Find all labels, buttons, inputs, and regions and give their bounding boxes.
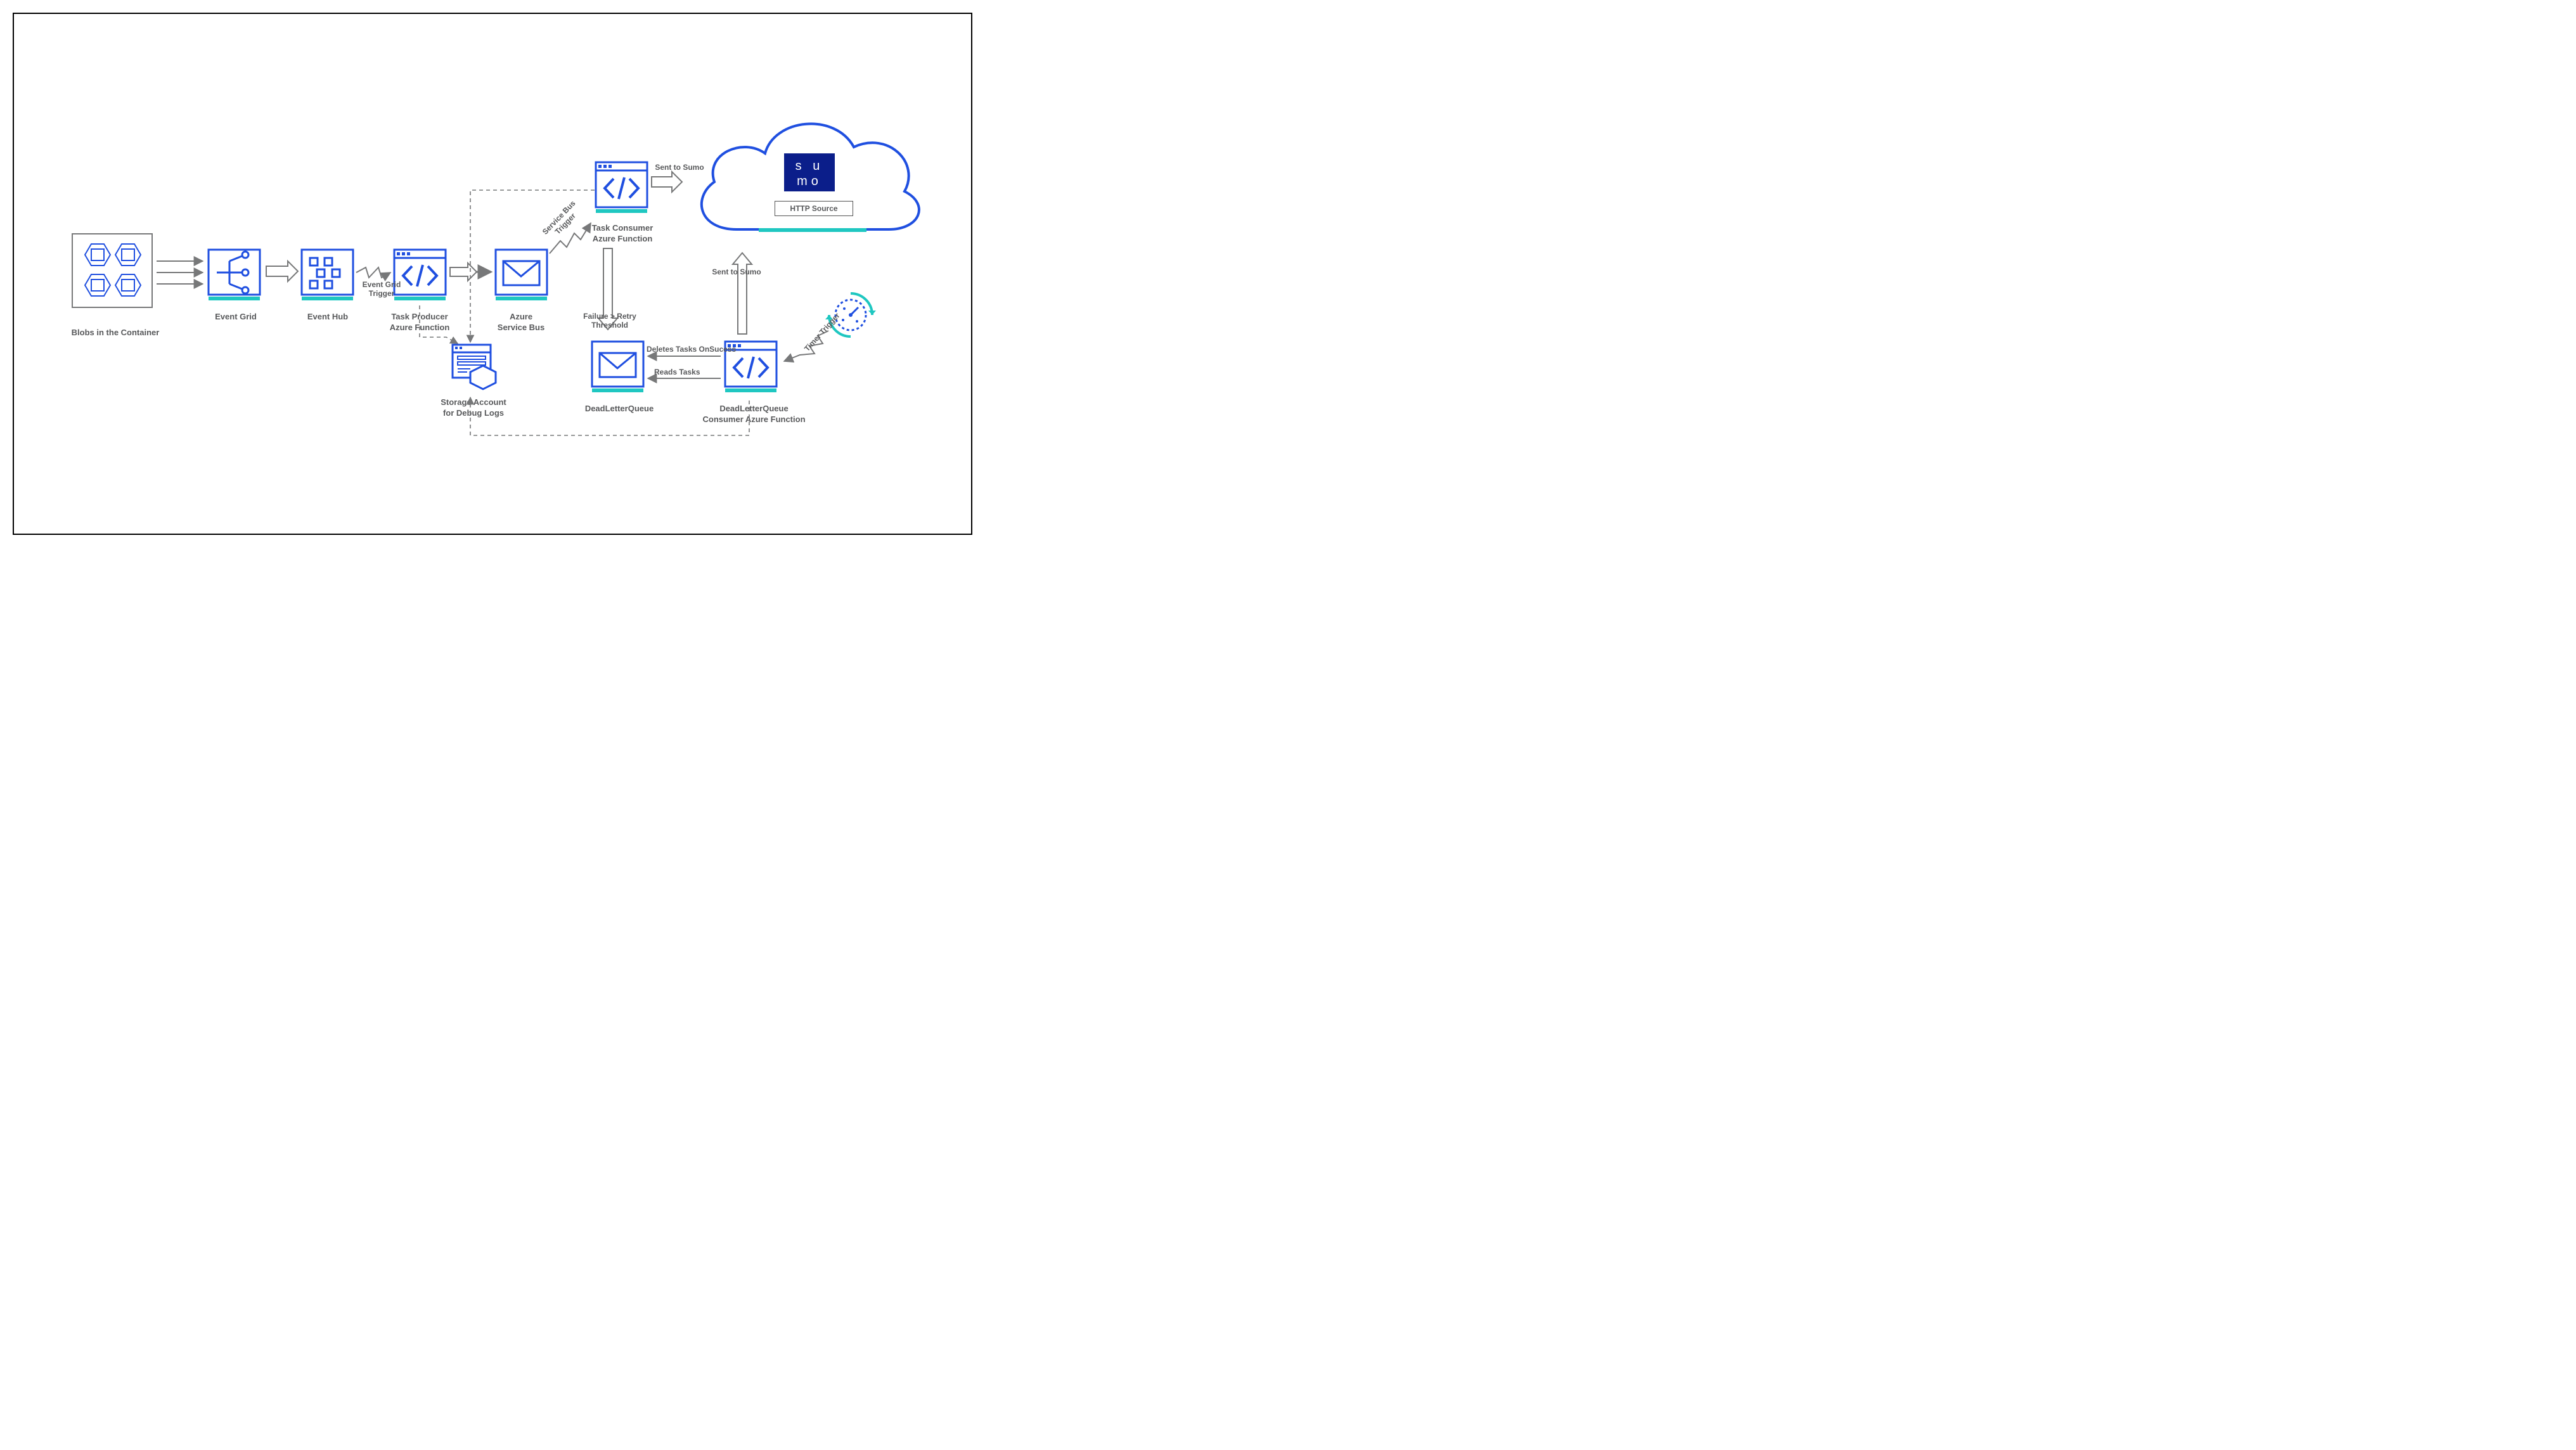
edge-deletes: Deletes Tasks OnSucess (647, 345, 754, 354)
node-event-grid (207, 248, 261, 305)
label-dlq-consumer: DeadLetterQueue Consumer Azure Function (699, 404, 809, 425)
node-dlq (591, 340, 645, 397)
envelope-icon (494, 248, 548, 302)
label-dlq: DeadLetterQueue (578, 404, 660, 414)
sumo-logo: s umo (784, 153, 835, 191)
node-cloud: s umo HTTP Source (679, 103, 933, 258)
node-storage (451, 343, 502, 394)
edges-layer (14, 14, 971, 534)
event-grid-icon (207, 248, 261, 302)
sumo-logo-text: s umo (795, 159, 824, 188)
edge-sent-sumo-1: Sent to Sumo (648, 163, 711, 172)
label-service-bus: Azure Service Bus (489, 312, 553, 333)
blobs-icon (71, 233, 153, 309)
http-source-box: HTTP Source (775, 201, 853, 216)
label-storage: Storage Account for Debug Logs (429, 397, 518, 419)
node-service-bus (494, 248, 548, 305)
label-task-producer: Task Producer Azure Function (382, 312, 458, 333)
node-event-hub (300, 248, 354, 305)
diagram-canvas: Blobs in the Container Event Grid Event … (13, 13, 972, 535)
envelope-icon (591, 340, 645, 394)
label-event-hub: Event Hub (299, 312, 356, 323)
node-blobs-container (71, 233, 153, 312)
node-task-consumer (595, 161, 648, 218)
label-blobs: Blobs in the Container (65, 328, 166, 338)
label-event-grid: Event Grid (204, 312, 267, 323)
storage-icon (451, 343, 502, 391)
edge-event-grid-trigger: Event Grid Trigger (356, 280, 407, 298)
code-window-icon (595, 161, 648, 215)
edge-sent-sumo-2: Sent to Sumo (699, 267, 775, 276)
edge-failure-retry: Failure > Retry Threshold (572, 312, 648, 330)
event-hub-icon (300, 248, 354, 302)
edge-reads: Reads Tasks (654, 368, 718, 376)
label-task-consumer: Task Consumer Azure Function (581, 223, 664, 245)
